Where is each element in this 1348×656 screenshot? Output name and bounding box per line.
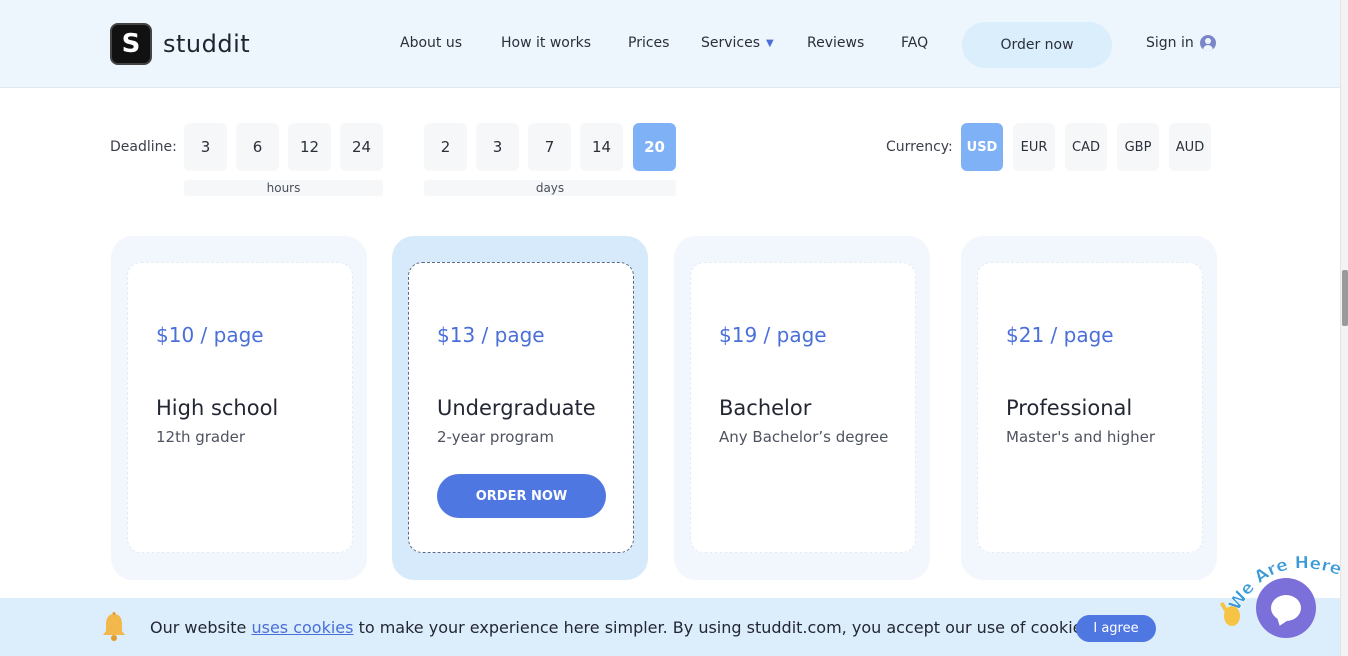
currency-usd[interactable]: USD (961, 123, 1003, 171)
nav-how-it-works[interactable]: How it works (501, 35, 591, 51)
deadline-days-2[interactable]: 2 (424, 123, 467, 171)
cookie-text-before: Our website (150, 618, 252, 637)
plan-card-high-school[interactable]: $10 / page High school 12th grader (111, 236, 367, 580)
nav-prices[interactable]: Prices (628, 35, 669, 51)
nav-reviews[interactable]: Reviews (807, 35, 864, 51)
plan-card-inner: $10 / page High school 12th grader (127, 262, 353, 553)
nav-faq[interactable]: FAQ (901, 35, 928, 51)
plan-order-now-button[interactable]: ORDER NOW (437, 474, 606, 518)
nav-services[interactable]: Services ▼ (701, 35, 774, 51)
plan-level: Undergraduate (437, 396, 596, 420)
plan-card-inner: $19 / page Bachelor Any Bachelor’s degre… (690, 262, 916, 553)
plan-card-professional[interactable]: $21 / page Professional Master's and hig… (961, 236, 1217, 580)
deadline-hours-12[interactable]: 12 (288, 123, 331, 171)
currency-label: Currency: (886, 139, 953, 155)
currency-aud[interactable]: AUD (1169, 123, 1211, 171)
sign-in-label: Sign in (1146, 35, 1194, 51)
plan-level: Professional (1006, 396, 1133, 420)
deadline-hours-3[interactable]: 3 (184, 123, 227, 171)
plan-description: Master's and higher (1006, 428, 1156, 446)
deadline-days-20[interactable]: 20 (633, 123, 676, 171)
user-icon (1199, 35, 1216, 51)
deadline-hours-6[interactable]: 6 (236, 123, 279, 171)
cookie-policy-link[interactable]: uses cookies (251, 618, 353, 637)
order-now-button[interactable]: Order now (962, 22, 1112, 68)
cookie-banner: Our website uses cookies to make your ex… (0, 598, 1340, 656)
plan-description: 2-year program (437, 428, 554, 446)
hours-caption: hours (184, 180, 383, 196)
chevron-down-icon: ▼ (766, 38, 774, 49)
plan-description: 12th grader (156, 428, 246, 446)
chat-button[interactable] (1256, 578, 1316, 638)
plan-description: Any Bachelor’s degree (719, 428, 889, 446)
plan-price: $10 / page (156, 323, 264, 347)
chat-bubble-icon (1271, 595, 1301, 621)
page-scrollbar[interactable] (1340, 0, 1348, 656)
deadline-days-7[interactable]: 7 (528, 123, 571, 171)
plan-price: $19 / page (719, 323, 827, 347)
sign-in-link[interactable]: Sign in (1146, 35, 1216, 51)
deadline-days-3[interactable]: 3 (476, 123, 519, 171)
plan-price: $21 / page (1006, 323, 1114, 347)
cookie-text-after: to make your experience here simpler. By… (353, 618, 1091, 637)
plan-card-inner: $21 / page Professional Master's and hig… (977, 262, 1203, 553)
plan-price: $13 / page (437, 323, 545, 347)
bell-icon (103, 612, 125, 641)
cookie-text: Our website uses cookies to make your ex… (150, 618, 1091, 637)
deadline-days-14[interactable]: 14 (580, 123, 623, 171)
scrollbar-thumb[interactable] (1342, 270, 1348, 326)
deadline-hours-24[interactable]: 24 (340, 123, 383, 171)
currency-cad[interactable]: CAD (1065, 123, 1107, 171)
plan-card-inner: $13 / page Undergraduate 2-year program … (408, 262, 634, 553)
logo-mark: S (110, 23, 152, 65)
plan-level: Bachelor (719, 396, 812, 420)
cookie-agree-button[interactable]: I agree (1076, 615, 1156, 642)
currency-eur[interactable]: EUR (1013, 123, 1055, 171)
nav-about[interactable]: About us (400, 35, 462, 51)
plan-level: High school (156, 396, 279, 420)
plan-card-bachelor[interactable]: $19 / page Bachelor Any Bachelor’s degre… (674, 236, 930, 580)
nav-services-label: Services (701, 35, 761, 51)
plan-card-undergraduate[interactable]: $13 / page Undergraduate 2-year program … (392, 236, 648, 580)
deadline-label: Deadline: (110, 139, 177, 155)
days-caption: days (424, 180, 676, 196)
site-header: S studdit About us How it works Prices S… (0, 0, 1340, 88)
logo[interactable]: S studdit (110, 23, 250, 65)
currency-gbp[interactable]: GBP (1117, 123, 1159, 171)
logo-text: studdit (163, 30, 251, 58)
